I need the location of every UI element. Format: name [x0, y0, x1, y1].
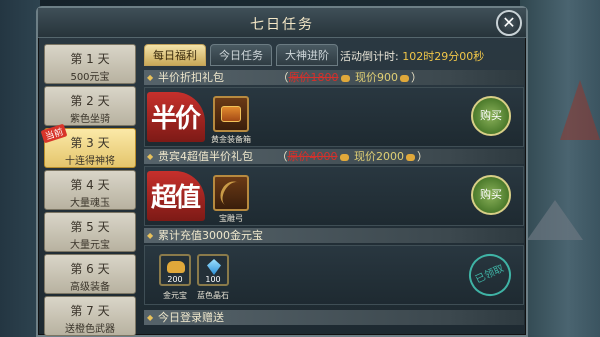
current-price: 现价900: [355, 71, 398, 84]
day-label: 第 4 天: [70, 178, 110, 192]
day-6-button[interactable]: 第 6 天 高级装备: [44, 254, 136, 294]
day-label: 第 6 天: [70, 262, 110, 276]
day-reward: 十连得神将: [65, 156, 115, 167]
section-vip-header: 贵宾4超值半价礼包 （原价4000 现价2000）: [144, 149, 524, 164]
countdown-label: 活动倒计时:: [340, 50, 399, 63]
day-reward: 500元宝: [70, 72, 110, 83]
gold-coin-icon: [340, 74, 350, 82]
day-label: 第 7 天: [70, 304, 110, 318]
title-bar: 七日任务: [38, 8, 526, 38]
day-reward: 大量魂玉: [70, 198, 110, 209]
day-4-button[interactable]: 第 4 天 大量魂玉: [44, 170, 136, 210]
tab-daily-welfare[interactable]: 每日福利: [144, 44, 206, 66]
badge-text: 半价: [151, 104, 201, 134]
section-title: 贵宾4超值半价礼包: [158, 150, 253, 163]
close-icon: ✕: [502, 13, 516, 32]
tab-bar: 每日福利 今日任务 大神进阶 活动倒计时: 102时29分00秒: [144, 44, 524, 66]
day-reward: 紫色坐骑: [70, 114, 110, 125]
original-price: 原价4000: [287, 150, 338, 163]
item-name: 宝雕弓: [219, 214, 243, 223]
day-1-button[interactable]: 第 1 天 500元宝: [44, 44, 136, 84]
offer-half-price: 半价 黄金装备箱 购买: [144, 87, 524, 147]
section-login-header: 今日登录赠送: [144, 310, 524, 325]
current-price: 现价2000: [354, 150, 404, 163]
gold-ingot-slot[interactable]: 200: [159, 254, 191, 286]
task-content: 每日福利 今日任务 大神进阶 活动倒计时: 102时29分00秒 半价折扣礼包 …: [144, 44, 524, 336]
buy-button[interactable]: 购买: [471, 96, 511, 136]
day-label: 第 5 天: [70, 220, 110, 234]
reward-list: 半价折扣礼包 （原价1800 现价900） 半价 黄金装备箱 购买 贵宾4超值半…: [144, 70, 524, 336]
day-reward: 高级装备: [70, 282, 110, 293]
background-left: [0, 0, 40, 337]
offer-recharge: 200 金元宝 100 蓝色晶石 已领取: [144, 245, 524, 305]
section-recharge-header: 累计充值3000金元宝: [144, 228, 524, 243]
day-reward: 大量元宝: [70, 240, 110, 251]
blue-crystal-slot[interactable]: 100: [197, 254, 229, 286]
countdown-value: 102时29分00秒: [402, 50, 485, 63]
badge-text: 超值: [151, 183, 201, 213]
section-title: 累计充值3000金元宝: [158, 229, 263, 242]
gold-coin-icon: [406, 153, 415, 161]
offer-vip: 超值 宝雕弓 购买: [144, 166, 524, 226]
day-list: 第 1 天 500元宝 第 2 天 紫色坐骑 当前 第 3 天 十连得神将 第 …: [40, 44, 136, 336]
day-label: 第 1 天: [70, 52, 110, 66]
countdown: 活动倒计时: 102时29分00秒: [340, 48, 484, 64]
panel-title: 七日任务: [250, 17, 314, 33]
item-name: 蓝色晶石: [197, 291, 229, 300]
value-badge: 超值: [147, 171, 205, 221]
day-5-button[interactable]: 第 5 天 大量元宝: [44, 212, 136, 252]
seven-day-task-panel: 七日任务 第 1 天 500元宝 第 2 天 紫色坐骑 当前 第 3 天 十连得…: [36, 6, 528, 337]
day-7-button[interactable]: 第 7 天 送橙色武器: [44, 296, 136, 336]
day-label: 第 2 天: [70, 94, 110, 108]
bow-icon: [215, 177, 249, 211]
gold-coin-icon: [400, 74, 409, 82]
original-price: 原价1800: [288, 71, 339, 84]
section-title: 今日登录赠送: [158, 311, 224, 324]
day-2-button[interactable]: 第 2 天 紫色坐骑: [44, 86, 136, 126]
chest-icon: [221, 106, 241, 122]
item-count: 100: [205, 275, 221, 284]
item-name: 黄金装备箱: [211, 135, 251, 144]
background-right: [520, 0, 600, 337]
gold-coin-icon: [339, 153, 349, 161]
price-info: （原价1800 现价900）: [277, 71, 423, 84]
tab-advanced[interactable]: 大神进阶: [276, 44, 338, 66]
item-count: 200: [167, 275, 183, 284]
close-button[interactable]: ✕: [496, 10, 522, 36]
price-info: （原价4000 现价2000）: [276, 150, 429, 163]
claimed-stamp: 已领取: [462, 247, 518, 303]
section-half-price-header: 半价折扣礼包 （原价1800 现价900）: [144, 70, 524, 85]
day-3-button[interactable]: 当前 第 3 天 十连得神将: [40, 123, 136, 168]
bow-weapon-icon[interactable]: [213, 175, 249, 211]
gold-ingot-icon: [167, 261, 185, 273]
gold-equipment-chest-icon[interactable]: [213, 96, 249, 132]
half-price-badge: 半价: [147, 92, 205, 142]
game-scene: 七日任务 第 1 天 500元宝 第 2 天 紫色坐骑 当前 第 3 天 十连得…: [0, 0, 600, 337]
section-title: 半价折扣礼包: [158, 71, 224, 84]
buy-button[interactable]: 购买: [471, 175, 511, 215]
tab-today-tasks[interactable]: 今日任务: [210, 44, 272, 66]
blue-crystal-icon: [207, 259, 221, 275]
day-reward: 送橙色武器: [65, 324, 115, 335]
